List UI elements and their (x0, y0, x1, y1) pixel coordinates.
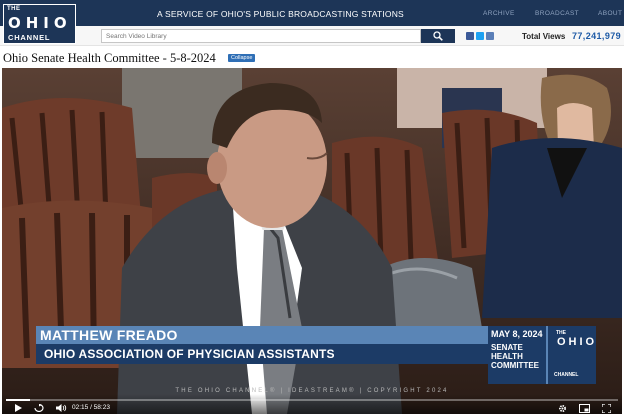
logo-ohio: OHIO (8, 14, 72, 32)
logo-the: THE (7, 6, 21, 12)
nav-about[interactable]: ABOUT (598, 10, 622, 17)
nav-archive[interactable]: ARCHIVE (483, 10, 515, 17)
lower-third: MATTHEW FREADO OHIO ASSOCIATION OF PHYSI… (36, 326, 488, 374)
time-display: 02:15 / 58:23 (72, 404, 110, 411)
logo-channel: CHANNEL (8, 33, 51, 42)
hearing-date-panel: MAY 8, 2024 SENATE HEALTH COMMITTEE (488, 326, 546, 384)
overlay-logo-ohio: OHIO (557, 336, 598, 348)
search-input[interactable] (101, 29, 421, 43)
fullscreen-icon[interactable] (602, 404, 611, 413)
total-views-count: 77,241,979 (572, 31, 622, 41)
instagram-icon[interactable] (486, 32, 494, 40)
player-controls: 02:15 / 58:23 (2, 394, 622, 414)
picture-in-picture-icon[interactable] (579, 404, 590, 413)
progress-fill (6, 399, 30, 401)
speaker-organization: OHIO ASSOCIATION OF PHYSICIAN ASSISTANTS (44, 347, 335, 361)
service-tagline: A SERVICE OF OHIO'S PUBLIC BROADCASTING … (157, 9, 404, 19)
skip-back-icon[interactable] (34, 404, 44, 412)
hearing-date: MAY 8, 2024 (491, 329, 543, 339)
speaker-name: MATTHEW FREADO (40, 327, 178, 343)
total-views-label: Total Views (522, 32, 566, 41)
facebook-icon[interactable] (466, 32, 474, 40)
play-icon[interactable] (14, 404, 22, 412)
organization-bar: OHIO ASSOCIATION OF PHYSICIAN ASSISTANTS (36, 344, 488, 364)
progress-bar[interactable] (6, 399, 618, 401)
nav-broadcast[interactable]: BROADCAST (535, 10, 579, 17)
page-title: Ohio Senate Health Committee - 5-8-2024 (3, 51, 216, 65)
name-bar: MATTHEW FREADO (36, 326, 488, 344)
top-bar: A SERVICE OF OHIO'S PUBLIC BROADCASTING … (0, 0, 624, 26)
overlay-logo-channel: CHANNEL (554, 372, 579, 378)
video-player[interactable]: MATTHEW FREADO OHIO ASSOCIATION OF PHYSI… (2, 68, 622, 414)
twitter-icon[interactable] (476, 32, 484, 40)
settings-gear-icon[interactable] (558, 404, 567, 413)
collapse-button[interactable]: Collapse (228, 54, 256, 62)
search-icon (433, 31, 443, 41)
ohio-channel-logo[interactable]: THE OHIO CHANNEL (3, 4, 76, 44)
search-row: Total Views 77,241,979 (0, 26, 624, 46)
volume-icon[interactable] (56, 404, 67, 412)
search-button[interactable] (421, 29, 455, 43)
committee-name: SENATE HEALTH COMMITTEE (491, 343, 539, 370)
overlay-channel-logo: THE OHIO CHANNEL (546, 326, 596, 384)
